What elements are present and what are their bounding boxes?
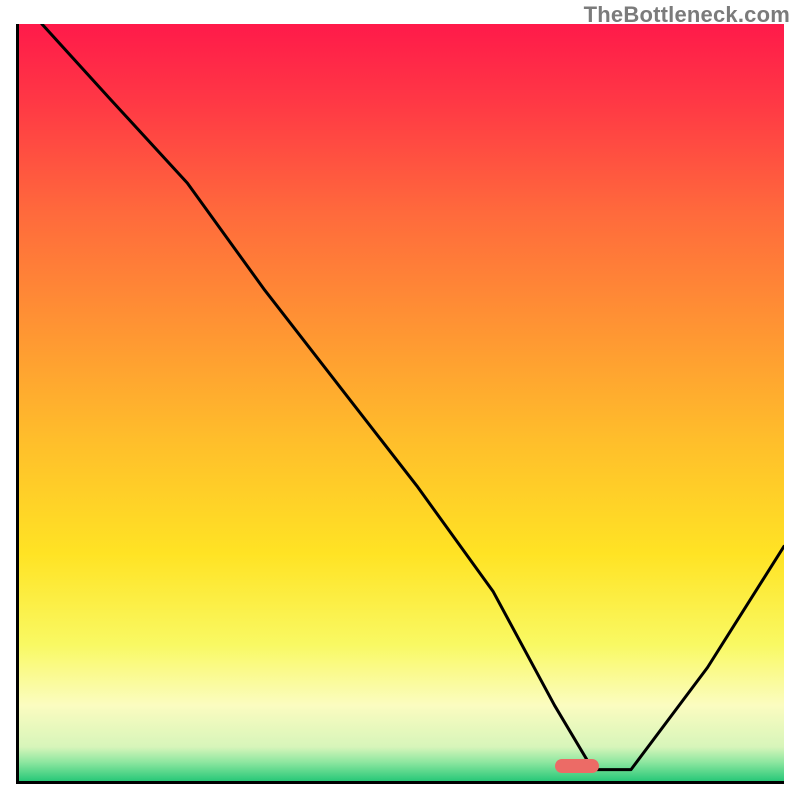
- gradient-background: [19, 24, 784, 781]
- chart-container: TheBottleneck.com: [0, 0, 800, 800]
- optimal-marker: [555, 759, 599, 773]
- chart-svg: [19, 24, 784, 781]
